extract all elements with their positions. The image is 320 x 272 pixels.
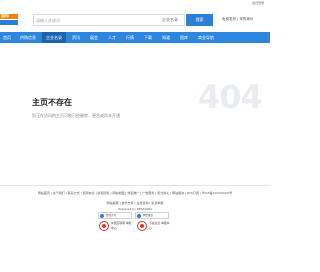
license-icon [100, 214, 104, 218]
footer-service-links[interactable]: 网站客服 | 技术支持 | 在线咨询 | 投诉举报 [0, 201, 270, 205]
nav-item[interactable]: 企业名录 [42, 32, 66, 43]
logo-text: 国际 [1, 13, 9, 18]
license-label: 经营许可 [106, 214, 117, 217]
logo-blue-bar [0, 20, 18, 25]
site-logo[interactable]: 国际 [0, 13, 18, 26]
footer-links[interactable]: 网站首页 | 关于我们 | 联系方式 | 使用协议 | 版权隐私 | 网站地图 … [0, 191, 270, 195]
nav-item[interactable]: 展会 [86, 32, 102, 43]
nav-item[interactable]: 人才 [104, 32, 120, 43]
login-link[interactable]: 会员登录 [252, 1, 264, 5]
nav-item[interactable]: 知道 [158, 32, 174, 43]
header: 国际 企业名录 搜索 免费发布 | 采购询价 [0, 8, 270, 32]
footer-certs: 中国互联网 举报中心 不良信息 举报中心 [99, 220, 173, 234]
top-bar: 会员登录 [0, 0, 270, 8]
nav-item[interactable]: 资讯 [68, 32, 84, 43]
error-code-watermark: 404 [198, 78, 263, 116]
police-label: 网警备案 [143, 214, 154, 217]
nav-item[interactable]: 行情 [122, 32, 138, 43]
footer-divider [0, 185, 270, 186]
header-links[interactable]: 免费发布 | 采购询价 [222, 17, 253, 22]
nav-item[interactable]: 供购信息 [16, 32, 40, 43]
nav-item[interactable]: 图库 [176, 32, 192, 43]
error-description: 您正在访问的主页可能已经删除、更名或尚未开通 [32, 113, 120, 118]
search-type-select[interactable]: 企业名录 [162, 17, 178, 23]
nav-item[interactable]: 首页 [0, 32, 14, 43]
emblem-icon [137, 221, 147, 231]
main-nav: 首页 供购信息 企业名录 资讯 展会 人才 行情 下载 知道 图库 商业导航 [0, 32, 270, 43]
search-button[interactable]: 搜索 [186, 14, 213, 26]
emblem-icon [99, 221, 109, 231]
report-center-cert[interactable]: 中国互联网 举报中心 [99, 220, 135, 233]
footer-badges: 经营许可 网警备案 [98, 212, 172, 220]
search-input[interactable] [36, 16, 156, 25]
footer-powered-by: Powered by DESTOON [118, 207, 152, 211]
cert-label: 中国互联网 举报中心 [111, 221, 132, 230]
police-icon [137, 214, 141, 218]
license-badge[interactable]: 经营许可 [98, 212, 132, 219]
nav-item[interactable]: 商业导航 [194, 32, 218, 43]
nav-item[interactable]: 下载 [140, 32, 156, 43]
police-badge[interactable]: 网警备案 [135, 212, 169, 219]
error-title: 主页不存在 [32, 98, 72, 107]
cert-label: 不良信息 举报中心 [149, 221, 170, 230]
search-box: 企业名录 [33, 14, 185, 26]
bad-info-cert[interactable]: 不良信息 举报中心 [137, 220, 173, 233]
